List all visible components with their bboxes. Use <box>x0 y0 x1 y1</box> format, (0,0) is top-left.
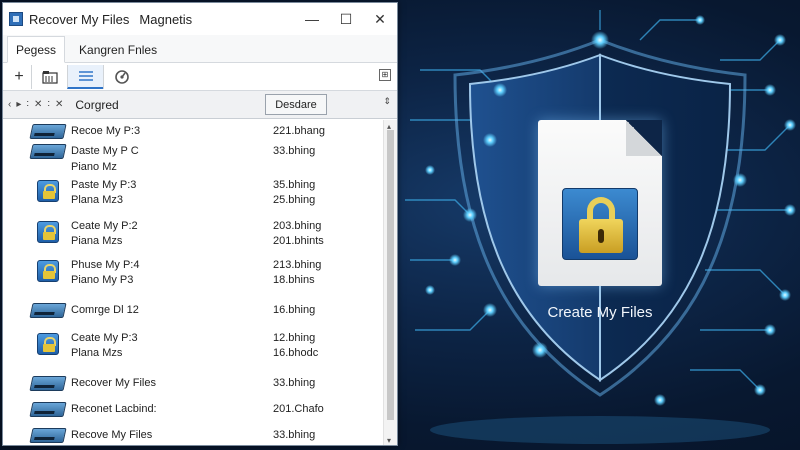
window-subtitle: Magnetis <box>139 11 193 27</box>
forward-button[interactable]: ▸ <box>16 99 21 110</box>
item-name: Phuse My P:4 <box>71 259 140 271</box>
item-size: 201.bhints <box>273 235 324 247</box>
item-name: Daste My P C <box>71 145 139 157</box>
list-item[interactable]: Paste My P:3 35.bhing <box>3 178 383 202</box>
drive-icon <box>29 303 67 318</box>
list-item[interactable]: Comrge Dl 12 16.bhing <box>3 303 383 319</box>
app-icon <box>9 12 23 26</box>
list-item[interactable]: Piano My P3 18.bhins <box>3 273 383 289</box>
toolbar: + ⊞ <box>3 63 397 91</box>
item-size: 33.bhing <box>273 145 316 157</box>
item-name: Paste My P:3 <box>71 179 137 191</box>
drive-icon <box>29 144 67 159</box>
item-size: 33.bhing <box>273 429 316 441</box>
list-view-icon <box>78 70 93 81</box>
item-size: 18.bhins <box>273 274 315 286</box>
nav-close-button[interactable]: ✕ <box>55 99 63 110</box>
tab-kangren-fnles[interactable]: Kangren Fnles <box>71 37 165 62</box>
item-size: 33.bhing <box>273 377 316 389</box>
scrollbar[interactable]: ▴ ▾ <box>383 120 397 445</box>
nav-clear-button[interactable]: ✕ <box>34 99 42 110</box>
list-item[interactable]: Ceate My P:3 12.bhing <box>3 331 383 355</box>
list-item[interactable]: Piana Mzs 201.bhints <box>3 234 383 250</box>
list-item[interactable]: Daste My P C 33.bhing <box>3 144 383 160</box>
item-name: Piano My P3 <box>71 274 134 286</box>
folder-button[interactable] <box>31 64 67 89</box>
item-size: 25.bhing <box>273 194 316 206</box>
item-name: Reconet Lacbind: <box>71 403 157 415</box>
list-item[interactable]: Ceate My P:2 203.bhing <box>3 219 383 243</box>
item-name: Piana Mzs <box>71 235 123 247</box>
app-window: Recover My Files Magnetis — ☐ ✕ Pegess K… <box>2 2 398 446</box>
file-list: Recoe My P:3 221.bhang Daste My P C 33.bhin… <box>3 120 383 445</box>
gauge-button[interactable] <box>103 64 139 89</box>
padlock-icon <box>562 188 638 260</box>
item-size: 12.bhing <box>273 332 316 344</box>
list-item[interactable]: Plana Mzs 16.bhodc <box>3 346 383 362</box>
list-item[interactable]: Reconet Lacbind: 201.Chafo <box>3 402 383 418</box>
item-name: Piano Mz <box>71 161 117 173</box>
gauge-icon <box>114 69 129 84</box>
tab-strip: Pegess Kangren Fnles <box>3 35 397 63</box>
sort-button[interactable]: Desdare <box>265 94 327 115</box>
scroll-thumb[interactable] <box>387 130 394 420</box>
list-item[interactable]: Recove My Files 33.bhing <box>3 428 383 444</box>
expand-pane-button[interactable]: ⊞ <box>379 69 391 81</box>
list-item[interactable]: Recover My Files 33.bhing <box>3 376 383 392</box>
item-name: Comrge Dl 12 <box>71 304 139 316</box>
item-size: 16.bhodc <box>273 347 319 359</box>
card-folded-corner <box>626 120 662 156</box>
window-controls: — ☐ ✕ <box>295 3 397 35</box>
list-item[interactable]: Recoe My P:3 221.bhang <box>3 124 383 140</box>
item-name: Recove My Files <box>71 429 153 441</box>
folder-icon <box>41 70 58 84</box>
address-bar: ‹ ▸ ∶ ✕ ∶ ✕ Corgred Desdare ⇕ <box>3 91 397 119</box>
sort-arrows-icon[interactable]: ⇕ <box>383 97 391 106</box>
window-title: Recover My Files <box>29 11 130 27</box>
item-size: 213.bhing <box>273 259 322 271</box>
maximize-button[interactable]: ☐ <box>329 3 363 35</box>
item-name: Plana Mz3 <box>71 194 123 206</box>
list-item[interactable]: Phuse My P:4 213.bhing <box>3 258 383 282</box>
address-label: Corgred <box>75 97 119 112</box>
item-size: 201.Chafo <box>273 403 324 415</box>
item-name: Ceate My P:3 <box>71 332 138 344</box>
item-name: Recoe My P:3 <box>71 125 141 137</box>
drive-icon <box>29 428 67 443</box>
scroll-down-button[interactable]: ▾ <box>387 436 391 445</box>
keyhole-icon <box>598 229 604 243</box>
back-button[interactable]: ‹ <box>8 99 11 110</box>
hero-caption: Create My Files <box>547 304 653 321</box>
minimize-button[interactable]: — <box>295 3 329 35</box>
drive-icon <box>29 124 67 139</box>
title-bar: Recover My Files Magnetis — ☐ ✕ <box>3 3 397 35</box>
list-view-button[interactable] <box>67 64 103 89</box>
item-size: 35.bhing <box>273 179 316 191</box>
list-item[interactable]: Plana Mz3 25.bhing <box>3 193 383 209</box>
add-button[interactable]: + <box>7 65 31 89</box>
item-size: 221.bhang <box>273 125 325 137</box>
drive-icon <box>29 376 67 391</box>
item-name: Recover My Files <box>71 377 156 389</box>
item-name: Plana Mzs <box>71 347 123 359</box>
close-button[interactable]: ✕ <box>363 3 397 35</box>
list-item[interactable]: Piano Mz <box>3 160 383 176</box>
nav-separator: ∶ <box>47 99 50 110</box>
tab-pegess[interactable]: Pegess <box>7 36 66 63</box>
item-size: 203.bhing <box>273 220 322 232</box>
file-card <box>538 120 662 286</box>
nav-separator: ∶ <box>26 99 29 110</box>
item-size: 16.bhing <box>273 304 316 316</box>
drive-icon <box>29 402 67 417</box>
item-name: Ceate My P:2 <box>71 220 138 232</box>
